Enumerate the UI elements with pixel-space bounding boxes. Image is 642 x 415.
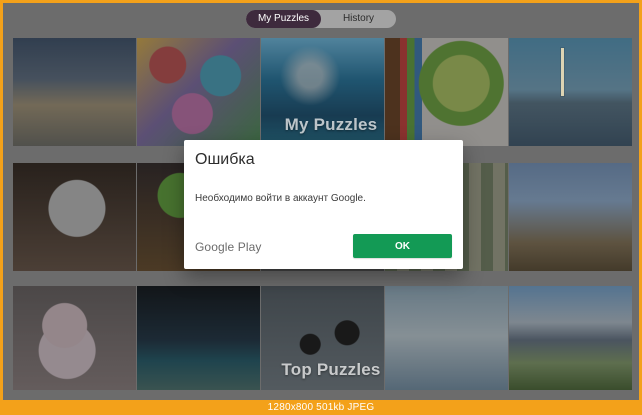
puzzle-tile-cake[interactable] [13,286,136,390]
tile-overlay [509,286,632,390]
tile-overlay [137,286,260,390]
puzzle-tile-kitten[interactable] [13,163,136,271]
puzzle-tile-night-sea[interactable] [137,286,260,390]
google-play-brand: Google Play [195,240,262,254]
puzzle-tile-sea[interactable] [13,38,136,146]
tile-overlay [509,38,632,146]
my-puzzles-label: My Puzzles [284,115,378,134]
puzzle-app-screen: My Puzzles History My Puzzles Top Puzzle… [3,3,639,400]
puzzle-tile-crayons[interactable] [137,38,260,146]
puzzle-tile-pier[interactable] [509,38,632,146]
tile-overlay [137,38,260,146]
tile-overlay [13,286,136,390]
tile-overlay [385,38,508,146]
ok-button[interactable]: OK [353,234,452,258]
dialog-title: Ошибка [195,151,255,168]
tile-overlay [13,38,136,146]
top-puzzles-label: Top Puzzles [281,360,381,379]
tab-history[interactable]: History [321,10,396,28]
dialog-footer: Google Play OK [195,234,452,259]
error-dialog: Ошибка Необходимо войти в аккаунт Google… [184,140,463,269]
puzzle-tile-apple[interactable] [385,38,508,146]
dialog-message: Необходимо войти в аккаунт Google. [195,193,366,204]
screenshot-frame: My Puzzles History My Puzzles Top Puzzle… [0,0,642,415]
tile-overlay [509,163,632,271]
puzzle-tile-mountains[interactable] [509,286,632,390]
tile-overlay [13,163,136,271]
tile-overlay [385,286,508,390]
image-info-strip: 1280x800 501kb JPEG [0,400,642,415]
puzzle-tile-snow[interactable] [385,286,508,390]
tab-my-puzzles[interactable]: My Puzzles [246,10,321,28]
tab-bar: My Puzzles History [246,10,396,28]
puzzle-tile-castle[interactable] [509,163,632,271]
